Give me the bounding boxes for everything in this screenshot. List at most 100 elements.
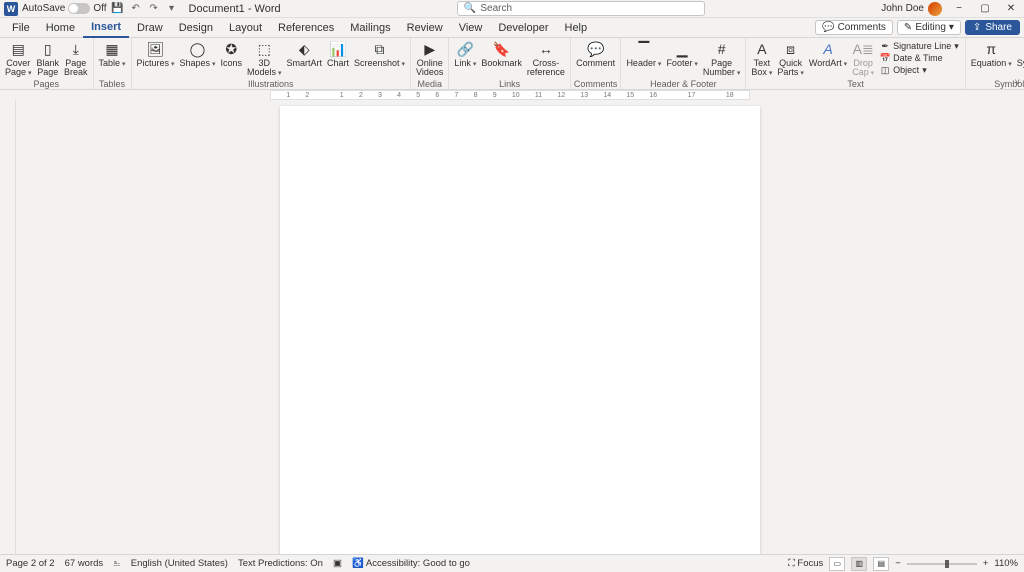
tab-mailings[interactable]: Mailings — [342, 19, 398, 37]
footer-icon: ▁ — [673, 40, 691, 58]
toggle-off-icon[interactable] — [68, 3, 90, 14]
cover-page-button[interactable]: ▤Cover Page — [3, 39, 34, 79]
chart-button[interactable]: 📊Chart — [325, 39, 351, 79]
tab-review[interactable]: Review — [399, 19, 451, 37]
search-input[interactable]: 🔍 Search — [457, 1, 705, 16]
group-label: Pages — [34, 79, 60, 89]
drop-cap-button[interactable]: A≣Drop Cap — [850, 39, 876, 79]
pictures-button[interactable]: 🖼Pictures — [135, 39, 177, 79]
status-page[interactable]: Page 2 of 2 — [6, 558, 55, 569]
cross-reference-button[interactable]: ↔Cross- reference — [525, 39, 567, 79]
zoom-level[interactable]: 110% — [994, 558, 1018, 569]
ruler-mark: 16 — [649, 92, 657, 99]
page-break-button[interactable]: ⤓Page Break — [62, 39, 90, 79]
ruler-mark: 5 — [416, 92, 420, 99]
tab-help[interactable]: Help — [557, 19, 596, 37]
account-button[interactable]: John Doe — [881, 2, 942, 16]
3d-models-button[interactable]: ⬚3D Models — [245, 39, 283, 79]
blank-page-button[interactable]: ▯Blank Page — [35, 39, 62, 79]
search-icon: 🔍 — [464, 3, 476, 14]
tab-design[interactable]: Design — [171, 19, 221, 37]
text-box-button[interactable]: AText Box — [749, 39, 774, 79]
tab-draw[interactable]: Draw — [129, 19, 171, 37]
document-page[interactable] — [280, 106, 760, 554]
close-button[interactable]: ✕ — [1002, 2, 1020, 16]
share-button[interactable]: ⇪Share — [965, 20, 1020, 35]
screenshot-button[interactable]: ⧉Screenshot — [352, 39, 407, 79]
link-icon: 🔗 — [456, 40, 474, 58]
shapes-button[interactable]: ◯Shapes — [178, 39, 218, 79]
ruler-mark: 6 — [435, 92, 439, 99]
zoom-in-button[interactable]: + — [983, 558, 989, 569]
tab-home[interactable]: Home — [38, 19, 83, 37]
header-icon: ▔ — [635, 40, 653, 58]
ribbon-tabs: File Home Insert Draw Design Layout Refe… — [0, 18, 1024, 38]
tab-file[interactable]: File — [4, 19, 38, 37]
collapse-ribbon-button[interactable]: ˅ — [1015, 77, 1020, 87]
group-links: 🔗Link 🔖Bookmark ↔Cross- reference Links — [449, 38, 571, 89]
pi-icon: π — [982, 40, 1000, 58]
ruler-mark: 14 — [603, 92, 611, 99]
zoom-out-button[interactable]: − — [895, 558, 901, 569]
share-icon: ⇪ — [973, 22, 981, 33]
undo-icon[interactable]: ↶ — [129, 2, 143, 16]
ruler-mark: 11 — [535, 92, 542, 99]
page-number-button[interactable]: #Page Number — [701, 39, 742, 79]
comment-button[interactable]: 💬Comment — [574, 39, 617, 79]
quick-parts-button[interactable]: ⧈Quick Parts — [775, 39, 805, 79]
bookmark-button[interactable]: 🔖Bookmark — [479, 39, 524, 79]
zoom-slider[interactable] — [907, 563, 977, 565]
autosave-toggle[interactable]: AutoSave Off — [22, 3, 107, 14]
object-button[interactable]: ◫Object ▾ — [877, 64, 962, 76]
spellcheck-icon[interactable]: ⎁ — [113, 558, 121, 569]
web-layout-button[interactable]: ▤ — [873, 557, 889, 571]
smartart-button[interactable]: ⬖SmartArt — [285, 39, 325, 79]
group-comments: 💬Comment Comments — [571, 38, 622, 89]
icons-button[interactable]: ✪Icons — [219, 39, 245, 79]
document-scroll-area[interactable] — [16, 100, 1024, 554]
signature-icon: ✒ — [880, 41, 890, 51]
tab-insert[interactable]: Insert — [83, 18, 129, 38]
zoom-thumb[interactable] — [945, 560, 949, 568]
read-mode-button[interactable]: ▭ — [829, 557, 845, 571]
ruler-mark: 12 — [557, 92, 565, 99]
focus-mode-button[interactable]: ⛶ Focus — [788, 558, 823, 569]
print-layout-button[interactable]: ▥ — [851, 557, 867, 571]
link-button[interactable]: 🔗Link — [452, 39, 478, 79]
tab-view[interactable]: View — [451, 19, 491, 37]
online-videos-button[interactable]: ▶Online Videos — [414, 39, 445, 79]
redo-icon[interactable]: ↷ — [147, 2, 161, 16]
status-accessibility[interactable]: ♿ Accessibility: Good to go — [352, 558, 470, 569]
ruler-mark: 7 — [454, 92, 458, 99]
tab-layout[interactable]: Layout — [221, 19, 270, 37]
minimize-button[interactable]: − — [950, 2, 968, 16]
search-placeholder: Search — [480, 3, 512, 14]
table-button[interactable]: ▦Table — [97, 39, 128, 79]
tab-developer[interactable]: Developer — [490, 19, 556, 37]
icons-icon: ✪ — [222, 40, 240, 58]
status-words[interactable]: 67 words — [65, 558, 104, 569]
signature-line-button[interactable]: ✒Signature Line ▾ — [877, 40, 962, 52]
horizontal-ruler[interactable]: 12123456789101112131415161718 — [270, 90, 750, 100]
macro-icon[interactable]: ▣ — [333, 558, 342, 569]
footer-button[interactable]: ▁Footer — [664, 39, 699, 79]
save-icon[interactable]: 💾 — [111, 2, 125, 16]
comments-button[interactable]: 💬Comments — [815, 20, 893, 35]
wordart-button[interactable]: AWordArt — [807, 39, 849, 79]
date-time-button[interactable]: 📅Date & Time — [877, 52, 962, 64]
group-media: ▶Online Videos Media — [411, 38, 449, 89]
group-label: Header & Footer — [650, 79, 717, 89]
status-language[interactable]: English (United States) — [131, 558, 228, 569]
vertical-ruler[interactable] — [0, 100, 16, 554]
group-label: Comments — [574, 79, 618, 89]
qat-customize-icon[interactable]: ▾ — [165, 2, 179, 16]
status-text-predictions[interactable]: Text Predictions: On — [238, 558, 323, 569]
editing-mode-button[interactable]: ✎Editing▾ — [897, 20, 961, 35]
group-label: Media — [417, 79, 442, 89]
equation-button[interactable]: πEquation — [969, 39, 1014, 79]
symbol-button[interactable]: ΩSymbol — [1015, 39, 1024, 79]
maximize-button[interactable]: ▢ — [976, 2, 994, 16]
vertical-scrollbar[interactable] — [1014, 100, 1024, 554]
tab-references[interactable]: References — [270, 19, 342, 37]
header-button[interactable]: ▔Header — [624, 39, 663, 79]
